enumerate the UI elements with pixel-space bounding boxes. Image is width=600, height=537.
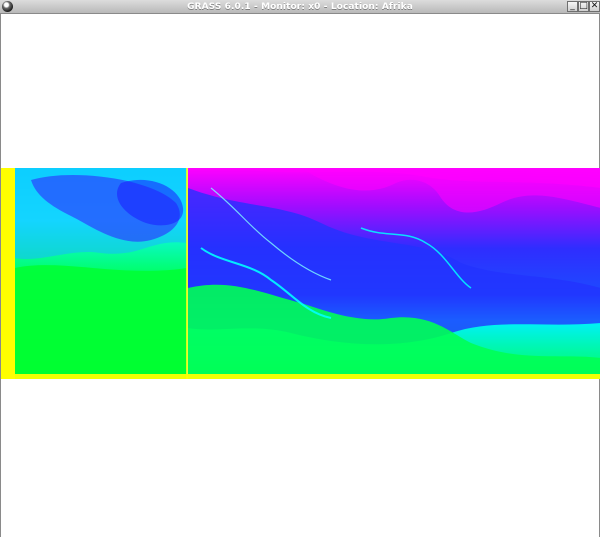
window-title: GRASS 6.0.1 - Monitor: x0 - Location: Af…	[187, 2, 413, 12]
minimize-button[interactable]: _	[567, 1, 578, 12]
window-titlebar[interactable]: GRASS 6.0.1 - Monitor: x0 - Location: Af…	[0, 0, 600, 14]
close-button[interactable]: ✕	[589, 1, 600, 12]
graphics-monitor-canvas[interactable]	[0, 14, 600, 537]
raster-edge-strip	[1, 168, 15, 379]
raster-map-image	[1, 168, 600, 379]
maximize-button[interactable]: □	[578, 1, 589, 12]
